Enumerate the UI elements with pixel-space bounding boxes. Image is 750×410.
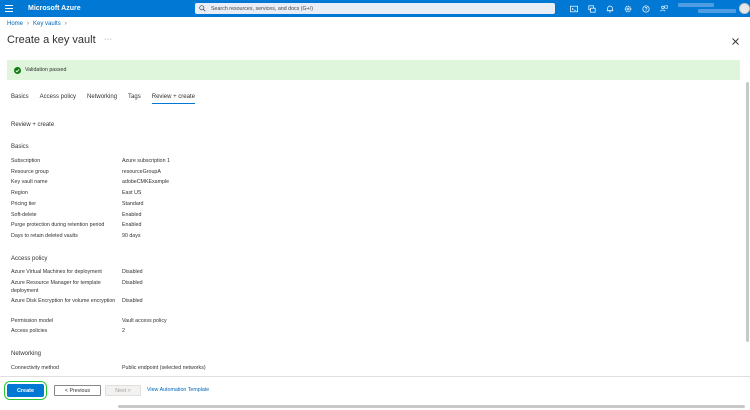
gear-icon[interactable] xyxy=(619,0,637,17)
row-value: adobeCMKExample xyxy=(122,179,170,185)
help-icon[interactable] xyxy=(637,0,655,17)
account-info[interactable] xyxy=(676,2,738,15)
row-value: Vault access policy xyxy=(122,318,167,324)
row-label: Connectivity method xyxy=(11,365,59,371)
directory-icon[interactable] xyxy=(583,0,601,17)
page-title: Create a key vault xyxy=(7,34,96,46)
row-label: Permission model xyxy=(11,318,54,324)
horizontal-scrollbar[interactable] xyxy=(0,403,750,410)
validation-banner: Validation passed xyxy=(7,60,740,80)
search-icon xyxy=(199,5,206,12)
row-value: Disabled xyxy=(122,269,143,275)
row-value: resourceGroupA xyxy=(122,169,161,175)
global-search[interactable] xyxy=(195,3,555,14)
row-label: Key vault name xyxy=(11,179,48,185)
validation-message: Validation passed xyxy=(25,67,67,73)
row-value: Public endpoint (selected networks) xyxy=(122,365,206,371)
close-icon xyxy=(731,37,739,45)
tab-review-create[interactable]: Review + create xyxy=(151,94,195,104)
wizard-footer: Create < Previous Next > View Automation… xyxy=(0,376,750,402)
cloud-shell-icon[interactable] xyxy=(565,0,583,17)
close-button[interactable] xyxy=(730,36,740,46)
create-button[interactable]: Create xyxy=(7,384,44,397)
basics-heading: Basics xyxy=(11,144,29,150)
row-label: Purge protection during retention period xyxy=(11,222,105,228)
next-button[interactable]: Next > xyxy=(105,385,141,396)
breadcrumb-key-vaults[interactable]: Key vaults xyxy=(33,21,61,27)
access-policy-heading: Access policy xyxy=(11,256,48,262)
breadcrumb-home[interactable]: Home xyxy=(7,21,23,27)
row-label: Azure Resource Manager for template depl… xyxy=(11,280,101,294)
row-label: Azure Virtual Machines for deployment xyxy=(11,269,102,275)
scrollbar-thumb[interactable] xyxy=(746,82,749,342)
scrollbar-thumb[interactable] xyxy=(118,405,745,408)
row-label: Azure Disk Encryption for volume encrypt… xyxy=(11,298,116,304)
tab-access-policy[interactable]: Access policy xyxy=(40,94,76,104)
check-circle-icon xyxy=(14,66,21,74)
avatar[interactable] xyxy=(739,3,750,14)
review-heading: Review + create xyxy=(11,122,55,128)
view-automation-template-link[interactable]: View Automation Template xyxy=(147,387,209,393)
tab-tags[interactable]: Tags xyxy=(128,94,141,104)
previous-button[interactable]: < Previous xyxy=(54,385,101,396)
review-content: Review + create Basics Subscription Azur… xyxy=(0,110,745,375)
row-value: East US xyxy=(122,190,142,196)
row-value: Azure subscription 1 xyxy=(122,158,170,164)
search-input[interactable] xyxy=(211,5,541,12)
row-value: Enabled xyxy=(122,212,142,218)
bell-icon[interactable] xyxy=(601,0,619,17)
row-label: Resource group xyxy=(11,169,49,175)
more-options-button[interactable]: ··· xyxy=(104,36,113,43)
row-value: Disabled xyxy=(122,280,143,286)
tab-basics[interactable]: Basics xyxy=(11,94,29,104)
networking-heading: Networking xyxy=(11,351,42,357)
breadcrumb: Home › Key vaults › xyxy=(7,21,71,27)
vertical-scrollbar[interactable] xyxy=(745,82,750,375)
row-value: 90 days xyxy=(122,233,141,239)
row-label: Access policies xyxy=(11,328,48,334)
row-value: Enabled xyxy=(122,222,142,228)
row-label: Region xyxy=(11,190,28,196)
hamburger-icon[interactable] xyxy=(0,0,17,17)
tab-networking[interactable]: Networking xyxy=(87,94,117,104)
row-label: Pricing tier xyxy=(11,201,37,207)
row-value: Standard xyxy=(122,201,144,207)
feedback-icon[interactable] xyxy=(655,0,673,17)
tab-bar: Basics Access policy Networking Tags Rev… xyxy=(11,94,206,104)
portal-brand[interactable]: Microsoft Azure xyxy=(28,5,81,12)
row-label: Subscription xyxy=(11,158,41,164)
row-value: Disabled xyxy=(122,298,143,304)
row-value: 2 xyxy=(122,328,125,334)
chevron-right-icon: › xyxy=(27,21,30,27)
top-bar: Microsoft Azure xyxy=(0,0,750,17)
row-label: Days to retain deleted vaults xyxy=(11,233,78,239)
chevron-right-icon: › xyxy=(64,21,67,27)
row-label: Soft-delete xyxy=(11,212,37,218)
